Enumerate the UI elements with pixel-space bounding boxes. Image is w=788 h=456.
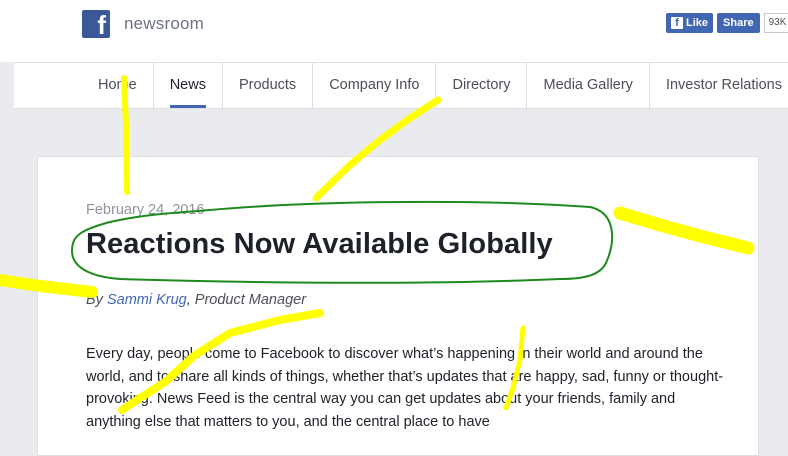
nav-item-directory[interactable]: Directory: [436, 63, 528, 108]
brand-name[interactable]: newsroom: [124, 14, 204, 34]
byline-prefix: By: [86, 292, 103, 308]
main-nav: Home News Products Company Info Director…: [14, 62, 788, 109]
nav-item-home[interactable]: Home: [82, 63, 154, 108]
author-link[interactable]: Sammi Krug: [107, 292, 187, 308]
top-bar: f newsroom f Like Share 93K: [0, 0, 788, 62]
share-button[interactable]: Share: [717, 13, 760, 33]
nav-list: Home News Products Company Info Director…: [82, 63, 788, 108]
facebook-f-icon: f: [671, 17, 683, 29]
article-date: February 24, 2016: [86, 202, 205, 218]
nav-item-company-info[interactable]: Company Info: [313, 63, 437, 108]
nav-item-products[interactable]: Products: [223, 63, 314, 108]
article-byline: By Sammi Krug, Product Manager: [86, 292, 306, 308]
like-label: Like: [686, 17, 709, 29]
article-body: Every day, people come to Facebook to di…: [86, 346, 724, 430]
facebook-logo-icon[interactable]: f: [82, 10, 110, 40]
article-card: February 24, 2016 Reactions Now Availabl…: [37, 156, 759, 456]
share-count: 93K: [763, 13, 788, 33]
social-buttons: f Like Share 93K: [666, 13, 788, 33]
author-role: , Product Manager: [186, 292, 307, 308]
nav-item-news[interactable]: News: [154, 63, 223, 108]
article-title: Reactions Now Available Globally: [86, 228, 553, 260]
nav-item-investor-relations[interactable]: Investor Relations: [650, 63, 788, 108]
like-button[interactable]: f Like: [666, 13, 714, 33]
nav-item-media-gallery[interactable]: Media Gallery: [527, 63, 650, 108]
